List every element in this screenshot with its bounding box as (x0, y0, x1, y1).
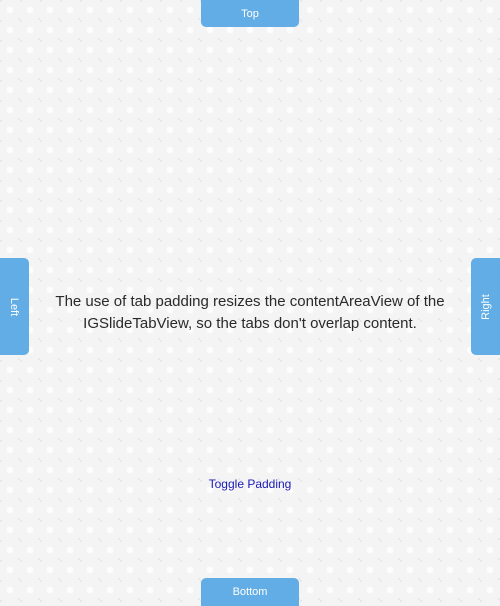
tab-left[interactable]: Left (0, 258, 29, 355)
tab-left-label: Left (8, 297, 21, 316)
content-area-view: The use of tab padding resizes the conte… (29, 27, 471, 578)
tab-bottom-label: Bottom (232, 586, 268, 598)
description-text: The use of tab padding resizes the conte… (55, 293, 445, 332)
tab-top[interactable]: Top (201, 0, 299, 27)
tab-bottom[interactable]: Bottom (201, 578, 299, 606)
tab-right[interactable]: Right (471, 258, 500, 355)
tab-right-label: Right (479, 293, 492, 320)
toggle-padding-button[interactable]: Toggle Padding (29, 476, 471, 492)
tab-top-label: Top (241, 7, 259, 20)
